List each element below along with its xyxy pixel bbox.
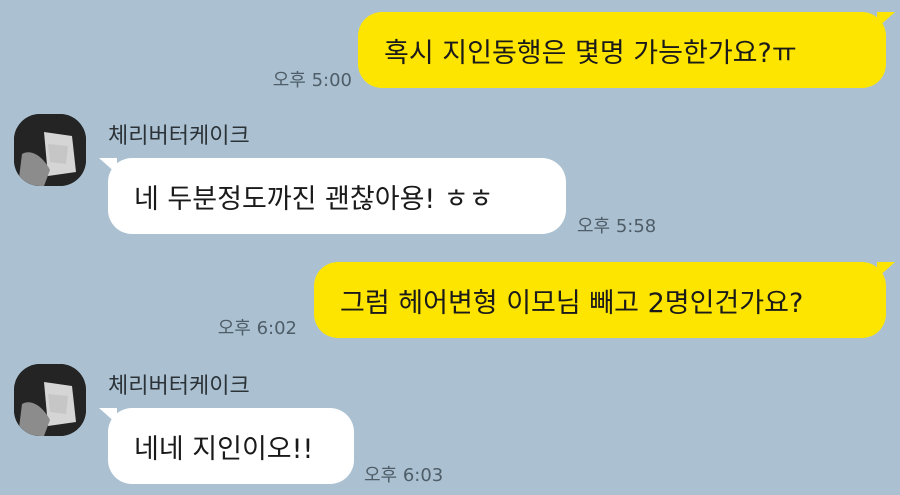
- message-row-incoming: 체리버터케이크 네 두분정도까진 괜찮아용! ㅎㅎ 오후 5:58: [0, 112, 900, 242]
- message-text: 혹시 지인동행은 몇명 가능한가요?ㅠ: [384, 37, 797, 69]
- message-bubble-incoming[interactable]: 네네 지인이오!!: [99, 408, 354, 484]
- message-row-incoming: 체리버터케이크 네네 지인이오!! 오후 6:03: [0, 362, 900, 492]
- sender-name: 체리버터케이크: [108, 374, 250, 399]
- message-bubble-incoming[interactable]: 네 두분정도까진 괜찮아용! ㅎㅎ: [99, 158, 566, 234]
- message-text: 그럼 헤어변형 이모님 빼고 2명인건가요?: [340, 287, 804, 319]
- avatar-image: [14, 364, 86, 436]
- sender-name: 체리버터케이크: [108, 124, 250, 149]
- message-row-outgoing: 혹시 지인동행은 몇명 가능한가요?ㅠ 오후 5:00: [0, 12, 900, 92]
- message-text: 네네 지인이오!!: [134, 433, 314, 465]
- message-row-outgoing: 그럼 헤어변형 이모님 빼고 2명인건가요? 오후 6:02: [0, 260, 900, 340]
- profile-avatar[interactable]: [14, 114, 86, 186]
- message-time: 오후 5:00: [272, 70, 352, 91]
- chat-room: 혹시 지인동행은 몇명 가능한가요?ㅠ 오후 5:00 체리버터케이크 네 두분…: [0, 0, 900, 495]
- message-text: 네 두분정도까진 괜찮아용! ㅎㅎ: [134, 183, 494, 215]
- avatar-image: [14, 114, 86, 186]
- message-bubble-outgoing[interactable]: 혹시 지인동행은 몇명 가능한가요?ㅠ: [358, 12, 895, 88]
- message-time: 오후 6:03: [364, 465, 444, 486]
- profile-avatar[interactable]: [14, 364, 86, 436]
- message-time: 오후 5:58: [577, 216, 657, 237]
- message-time: 오후 6:02: [217, 318, 297, 339]
- message-bubble-outgoing[interactable]: 그럼 헤어변형 이모님 빼고 2명인건가요?: [314, 262, 895, 338]
